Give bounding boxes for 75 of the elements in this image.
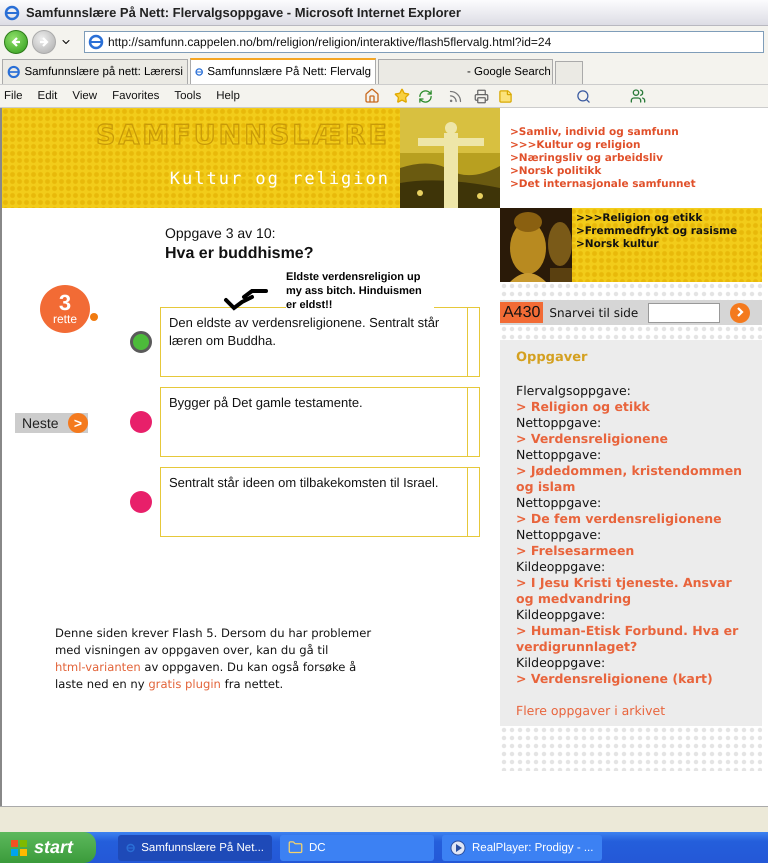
task-type: Nettoppgave: bbox=[516, 447, 602, 463]
answer-indicator[interactable] bbox=[130, 331, 152, 353]
next-label: Neste bbox=[22, 415, 59, 431]
window-title: Samfunnslære På Nett: Flervalgsoppgave - Microsoft Internet Explorer bbox=[26, 5, 461, 20]
menu-item[interactable]: Tools bbox=[174, 90, 202, 102]
topic-link[interactable]: >Norsk kultur bbox=[576, 238, 738, 251]
text-link[interactable]: gratis plugin bbox=[148, 677, 221, 691]
task-link[interactable]: > Frelsesarmeen bbox=[516, 543, 752, 559]
section-title: Kultur og religion bbox=[170, 169, 390, 189]
task-type: Kildeoppgave: bbox=[516, 559, 606, 575]
task-type: Nettoppgave: bbox=[516, 495, 602, 511]
text-link[interactable]: html-varianten bbox=[55, 660, 141, 674]
task-type: Flervalgsoppgave: bbox=[516, 383, 632, 399]
answer-option[interactable]: Bygger på Det gamle testamente. bbox=[160, 387, 480, 457]
browser-icon bbox=[88, 34, 104, 50]
score-badge: 3 rette bbox=[40, 285, 90, 333]
archive-link[interactable]: Flere oppgaver i arkivet bbox=[516, 703, 752, 718]
task-type: Kildeoppgave: bbox=[516, 607, 606, 623]
page-code: A430 bbox=[500, 302, 544, 323]
shortcut-label: Snarvei til side bbox=[549, 306, 638, 320]
browser-tab[interactable]: Samfunnslære på nett: Lærersi bbox=[2, 59, 188, 84]
home-icon[interactable] bbox=[362, 87, 381, 105]
topic-link[interactable]: >>>Religion og etikk bbox=[576, 212, 738, 225]
section-link[interactable]: >Samliv, individ og samfunn bbox=[510, 126, 768, 139]
next-button[interactable]: > bbox=[68, 413, 88, 433]
player-icon bbox=[450, 840, 466, 856]
answer-indicator[interactable] bbox=[130, 491, 152, 513]
panel-title: Oppgaver bbox=[516, 350, 588, 365]
back-arrow-icon bbox=[10, 36, 22, 48]
start-button[interactable]: start bbox=[0, 832, 96, 863]
task-link[interactable]: > Jødedommen, kristendommen og islam bbox=[516, 463, 752, 495]
menu-item[interactable]: Help bbox=[216, 90, 240, 102]
shortcut-field[interactable] bbox=[648, 302, 720, 322]
section-link[interactable]: >>>Kultur og religion bbox=[510, 139, 768, 152]
task-link[interactable]: > Human-Etisk Forbund. Hva er verdigrunnlaget? bbox=[516, 623, 752, 655]
go-button[interactable] bbox=[730, 302, 750, 322]
topic-link[interactable]: >Fremmedfrykt og rasisme bbox=[576, 225, 738, 238]
menu-item[interactable]: Edit bbox=[38, 90, 58, 102]
task-type: Kildeoppgave: bbox=[516, 655, 606, 671]
task-type: Nettoppgave: bbox=[516, 415, 602, 431]
back-button[interactable] bbox=[4, 30, 28, 54]
task-link[interactable]: > Religion og etikk bbox=[516, 399, 752, 415]
section-link[interactable]: >Det internasjonale samfunnet bbox=[510, 178, 768, 191]
score-dot bbox=[90, 313, 98, 321]
browser-icon bbox=[4, 4, 20, 20]
answer-option[interactable]: Sentralt står ideen om tilbakekomsten til Israel. bbox=[160, 467, 480, 537]
task-link[interactable]: > De fem verdensreligionene bbox=[516, 511, 752, 527]
taskbar-button[interactable]: DC bbox=[280, 834, 434, 860]
answer-indicator[interactable] bbox=[130, 411, 152, 433]
browser-tab[interactable]: - Google Search bbox=[378, 59, 553, 84]
users-icon[interactable] bbox=[628, 87, 647, 105]
scribble-arrow-drawing bbox=[222, 288, 268, 312]
print-icon[interactable] bbox=[472, 87, 491, 105]
menu-item[interactable]: View bbox=[72, 90, 98, 102]
task-type: Nettoppgave: bbox=[516, 527, 602, 543]
browser-tab[interactable]: Samfunnslære På Nett: Flervalg bbox=[190, 58, 376, 84]
chevron-icon bbox=[735, 307, 746, 317]
taskbar-button[interactable]: RealPlayer: Prodigy - ... bbox=[442, 834, 602, 860]
star-icon[interactable] bbox=[392, 87, 411, 105]
forward-arrow-icon bbox=[38, 36, 50, 48]
task-link[interactable]: > Verdensreligionene (kart) bbox=[516, 671, 752, 687]
section-link[interactable]: >Norsk politikk bbox=[510, 165, 768, 178]
address-field[interactable]: http://samfunn.cappelen.no/bm/religion/religion/interaktive/flash5flervalg.html?id=24 bbox=[84, 30, 764, 52]
menu-item[interactable]: Favorites bbox=[112, 90, 160, 102]
question-number: Oppgave 3 av 10: bbox=[165, 225, 277, 241]
task-link[interactable]: > I Jesu Kristi tjeneste. Ansvar og medvandring bbox=[516, 575, 752, 607]
taskbar-button[interactable]: Samfunnslære På Net... bbox=[118, 834, 272, 860]
browser-icon bbox=[7, 64, 20, 80]
folder-icon bbox=[288, 840, 303, 855]
section-link[interactable]: >Næringsliv og arbeidsliv bbox=[510, 152, 768, 165]
menu-item[interactable]: File bbox=[4, 90, 23, 102]
windows-logo-icon bbox=[10, 838, 28, 856]
flash-notice: Denne siden krever Flash 5. Dersom du har problemer med visningen av oppgaven over, kan du gå til html-varianten av oppgaven. Du kan også forsøke å laste ned en ny gratis plugin fra nettet. bbox=[55, 625, 372, 693]
task-link[interactable]: > Verdensreligionene bbox=[516, 431, 752, 447]
question-text: Hva er buddhisme? bbox=[165, 245, 314, 263]
